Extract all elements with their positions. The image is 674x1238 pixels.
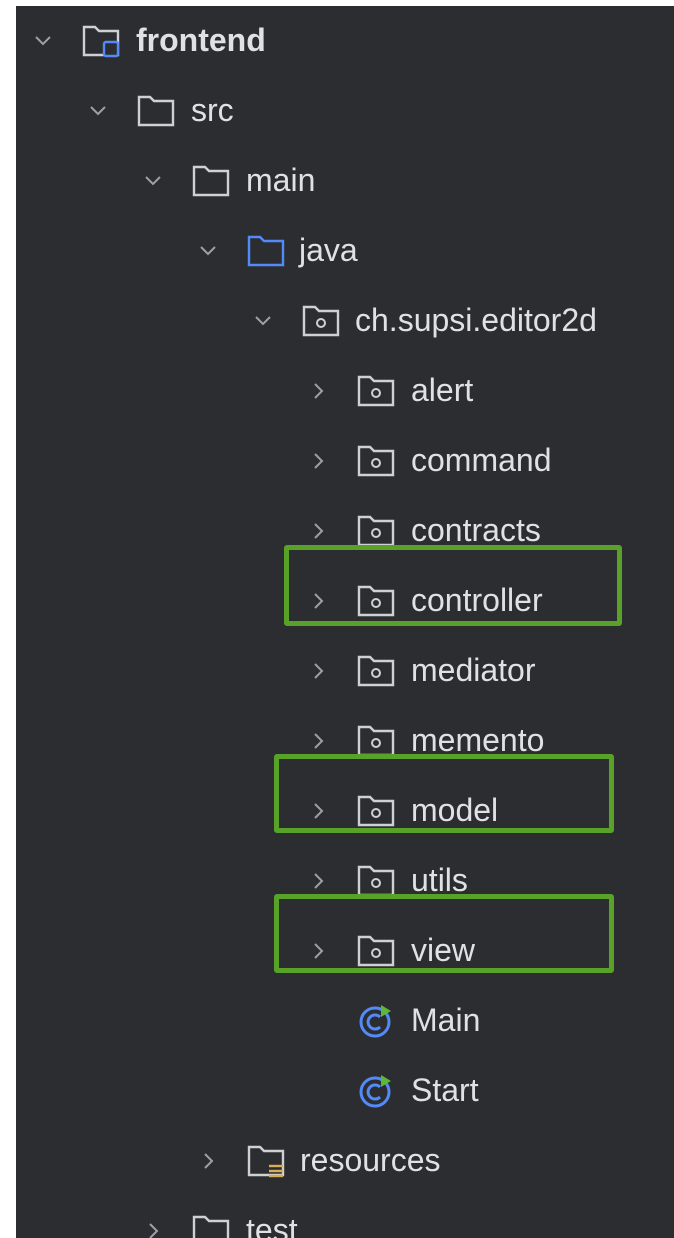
tree-item-label: contracts — [411, 512, 541, 548]
tree-item-mediator[interactable]: mediator — [16, 636, 674, 706]
java-class-icon — [359, 1005, 391, 1038]
package-icon — [357, 725, 395, 757]
chevron-right-icon[interactable] — [142, 1220, 164, 1238]
chevron-right-icon[interactable] — [307, 380, 329, 402]
package-icon — [357, 445, 395, 477]
tree-item-label: java — [299, 232, 358, 268]
module-folder-icon — [82, 25, 120, 58]
folder-icon — [137, 95, 175, 127]
tree-item-label: ch.supsi.editor2d — [355, 302, 597, 338]
tree-item-main-class[interactable]: Main — [16, 986, 674, 1056]
chevron-right-icon[interactable] — [307, 520, 329, 542]
tree-item-command[interactable]: command — [16, 426, 674, 496]
tree-item-src[interactable]: src — [16, 76, 674, 146]
package-icon — [357, 375, 395, 407]
tree-item-label: test — [246, 1212, 298, 1238]
tree-item-utils[interactable]: utils — [16, 846, 674, 916]
folder-icon — [192, 165, 230, 197]
chevron-right-icon[interactable] — [307, 730, 329, 752]
chevron-right-icon[interactable] — [307, 800, 329, 822]
tree-item-label: mediator — [411, 652, 536, 688]
tree-item-label: alert — [411, 372, 474, 408]
chevron-down-icon[interactable] — [32, 30, 54, 52]
folder-icon — [192, 1215, 230, 1238]
tree-item-contracts[interactable]: contracts — [16, 496, 674, 566]
tree-item-label: memento — [411, 722, 545, 758]
chevron-right-icon[interactable] — [307, 870, 329, 892]
tree-item-label: resources — [300, 1142, 441, 1178]
resources-folder-icon — [247, 1145, 285, 1178]
chevron-down-icon[interactable] — [197, 240, 219, 262]
tree-item-label: main — [246, 162, 316, 198]
package-icon — [357, 585, 395, 617]
source-folder-icon — [247, 235, 285, 267]
package-icon — [357, 935, 395, 967]
tree-item-label: command — [411, 442, 552, 478]
chevron-right-icon[interactable] — [197, 1150, 219, 1172]
package-icon — [357, 515, 395, 547]
tree-item-frontend[interactable]: frontend — [16, 6, 674, 76]
tree-item-view[interactable]: view — [16, 916, 674, 986]
tree-item-label: model — [411, 792, 499, 828]
tree-item-alert[interactable]: alert — [16, 356, 674, 426]
tree-item-label: controller — [411, 582, 543, 618]
tree-item-label: view — [411, 932, 476, 968]
chevron-right-icon[interactable] — [307, 940, 329, 962]
tree-item-java[interactable]: java — [16, 216, 674, 286]
tree-item-resources[interactable]: resources — [16, 1126, 674, 1196]
tree-item-controller[interactable]: controller — [16, 566, 674, 636]
tree-item-label: utils — [411, 862, 468, 898]
project-tree-panel: frontend src main java ch.supsi.editor2d… — [16, 6, 674, 1238]
chevron-down-icon[interactable] — [142, 170, 164, 192]
tree-item-start-class[interactable]: Start — [16, 1056, 674, 1126]
tree-item-main[interactable]: main — [16, 146, 674, 216]
package-icon — [302, 305, 340, 337]
chevron-down-icon[interactable] — [87, 100, 109, 122]
package-icon — [357, 795, 395, 827]
chevron-right-icon[interactable] — [307, 660, 329, 682]
chevron-down-icon[interactable] — [252, 310, 274, 332]
package-icon — [357, 865, 395, 897]
package-icon — [357, 655, 395, 687]
tree-item-test[interactable]: test — [16, 1196, 674, 1238]
tree-item-label: frontend — [136, 22, 266, 58]
chevron-right-icon[interactable] — [307, 450, 329, 472]
tree-item-ch-supsi-editor2d[interactable]: ch.supsi.editor2d — [16, 286, 674, 356]
tree-item-memento[interactable]: memento — [16, 706, 674, 776]
java-class-icon — [359, 1075, 391, 1108]
tree-item-label: Main — [411, 1002, 481, 1038]
chevron-right-icon[interactable] — [307, 590, 329, 612]
tree-item-label: Start — [411, 1072, 479, 1108]
tree-item-label: src — [191, 92, 234, 128]
tree-item-model[interactable]: model — [16, 776, 674, 846]
